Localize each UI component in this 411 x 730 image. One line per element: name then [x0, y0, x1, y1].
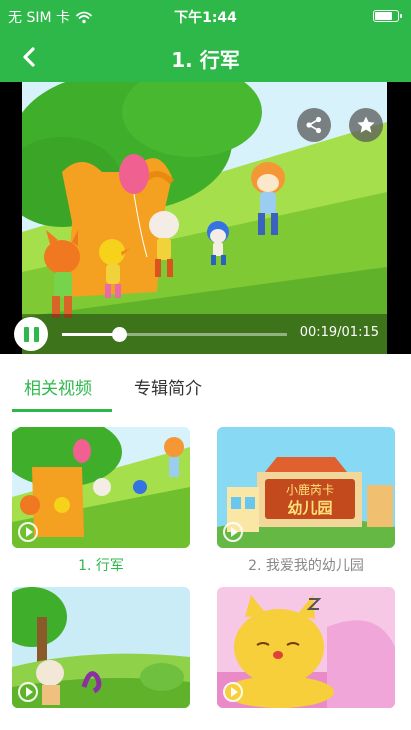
progress-thumb[interactable]: [111, 327, 127, 342]
pause-button[interactable]: [14, 317, 48, 351]
play-icon: [223, 682, 243, 702]
video-player[interactable]: 00:19/01:15: [0, 82, 411, 354]
video-thumbnail: [12, 587, 190, 708]
battery-icon: [373, 10, 402, 22]
status-bar: 无 SIM 卡 下午1:44: [0, 0, 411, 32]
play-icon: [18, 682, 38, 702]
pause-icon: [23, 326, 29, 342]
progress-played: [62, 333, 119, 336]
nav-bar: 1. 行军: [0, 32, 411, 82]
video-thumbnail: [12, 427, 190, 548]
video-card-4[interactable]: [217, 587, 395, 708]
sign-bottom-text: 幼儿园: [287, 499, 333, 517]
play-icon: [223, 522, 243, 542]
video-title: 2. 我爱我的幼儿园: [248, 558, 364, 574]
status-time: 下午1:44: [174, 10, 237, 26]
tab-related-videos[interactable]: 相关视频: [24, 374, 92, 399]
star-icon: [357, 116, 375, 133]
page-title: 1. 行军: [171, 48, 240, 72]
share-button[interactable]: [297, 108, 331, 142]
video-card-2[interactable]: 小鹿芮卡 幼儿园 2. 我爱我的幼儿园: [217, 427, 395, 575]
video-thumbnail: 小鹿芮卡 幼儿园: [217, 427, 395, 548]
tab-album-intro[interactable]: 专辑简介: [134, 374, 202, 399]
time-display: 00:19/01:15: [299, 325, 379, 340]
video-card-3[interactable]: [12, 587, 190, 708]
play-icon: [18, 522, 38, 542]
tab-bar: 相关视频 专辑简介: [0, 354, 411, 413]
favorite-button[interactable]: [349, 108, 383, 142]
share-icon: [306, 116, 322, 134]
sign-top-text: 小鹿芮卡: [285, 483, 334, 497]
battery-fill: [375, 12, 392, 20]
video-grid: 1. 行军 小鹿芮卡 幼儿园 2. 我爱我的幼儿园: [0, 412, 411, 730]
video-card-1[interactable]: 1. 行军: [12, 427, 190, 575]
player-controls: 00:19/01:15: [0, 314, 411, 354]
pause-icon-bar: [33, 326, 39, 342]
video-title: 1. 行军: [78, 558, 124, 574]
video-thumbnail: [217, 587, 395, 708]
progress-track[interactable]: [62, 327, 287, 342]
